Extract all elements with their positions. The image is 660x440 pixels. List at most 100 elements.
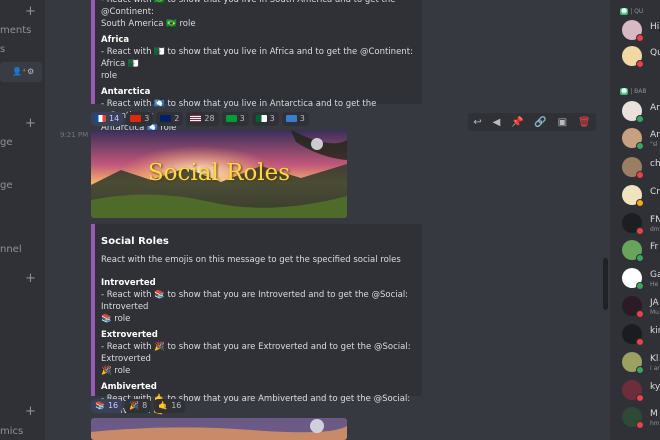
status-indicator-icon [636, 421, 644, 429]
reaction-count: 3 [269, 114, 275, 123]
reaction-count: 8 [142, 401, 148, 410]
reaction-count: 3 [144, 114, 150, 123]
reaction-emoji: 📚 [95, 401, 105, 410]
member-item[interactable]: ch [622, 157, 660, 179]
status-indicator-icon [636, 171, 644, 179]
member-item[interactable]: kir [622, 324, 660, 346]
reaction-button[interactable]: 🎉 8 [125, 399, 152, 413]
flag-us-icon [190, 115, 202, 122]
reaction-bar: 14 3 2 28 3 3 3 [91, 112, 309, 126]
reaction-count: 3 [239, 114, 245, 123]
member-status-text: "sl [650, 141, 658, 148]
embed-text: - React with 🇧🇷 to show that you live in… [101, 0, 396, 17]
embed-text: role [101, 71, 118, 81]
reply-icon[interactable]: ↩ [473, 117, 481, 128]
member-name: Kl [650, 354, 659, 364]
member-item[interactable]: Hi [622, 20, 660, 42]
channel-item[interactable]: ments [0, 25, 31, 36]
id-icon[interactable]: ▣ [558, 117, 567, 128]
embed-heading: Antarctica [101, 87, 151, 97]
embed-spacer [101, 266, 414, 273]
flag-br-icon [225, 115, 237, 122]
member-name: JA [650, 298, 659, 308]
member-status-text: dm [650, 226, 660, 233]
status-indicator-icon [636, 366, 644, 374]
member-item[interactable]: Mhm [622, 407, 660, 429]
channel-item[interactable]: ge [0, 137, 13, 148]
reaction-bar: 📚 16 🎉 8 🤙 16 [91, 399, 186, 413]
member-item[interactable]: JA Mu [622, 296, 660, 318]
reaction-button[interactable]: 14 [91, 112, 124, 126]
member-status-text: i ar [650, 365, 660, 372]
gear-icon[interactable]: ⚙ [27, 67, 34, 76]
reaction-button[interactable]: 2 [156, 112, 184, 126]
embed-heading: Ambiverted [101, 382, 157, 392]
member-name: ch [650, 159, 660, 169]
embed-text: - React with 🎉 to show that you are Extr… [101, 342, 411, 364]
channel-item[interactable]: nnel [0, 244, 22, 255]
status-indicator-icon [636, 142, 644, 150]
add-channel-icon[interactable]: + [25, 272, 36, 285]
message-embed: - React with 🇧🇷 to show that you live in… [91, 0, 422, 133]
banner-title: Social Roles [147, 160, 291, 186]
member-item[interactable]: Fr [622, 240, 660, 262]
message-action-bar: ↩ ◀ 📌 🔗 ▣ 🗑 [468, 113, 596, 131]
reaction-button[interactable]: 3 [251, 112, 279, 126]
embed-text: South America 🇧🇷 role [101, 19, 196, 29]
member-name: Ga [650, 270, 660, 280]
flag-fr-icon [95, 115, 106, 122]
member-item[interactable]: Ar [622, 101, 660, 123]
member-item[interactable]: Kl i ar [622, 352, 660, 374]
status-indicator-icon [636, 254, 644, 262]
pin-icon[interactable]: 📌 [511, 117, 523, 128]
flag-au-icon [160, 115, 172, 122]
reaction-button[interactable]: 🤙 16 [154, 399, 186, 413]
reaction-count: 16 [107, 401, 119, 410]
member-name: Ar [650, 103, 660, 113]
add-channel-icon[interactable]: + [25, 117, 36, 130]
link-icon[interactable]: 🔗 [534, 117, 546, 128]
chat-scrollbar[interactable] [603, 258, 608, 310]
channel-sidebar: + ments s 👤⁺ ⚙ + ge ge nnel + + mics [0, 0, 45, 440]
add-channel-icon[interactable]: + [25, 5, 36, 18]
reaction-button[interactable]: 28 [186, 112, 219, 126]
flag-dz-icon [255, 115, 267, 122]
member-name: Hi [650, 22, 660, 32]
landscape-image [91, 418, 347, 440]
reaction-count: 16 [171, 401, 182, 410]
member-item[interactable]: Qu [622, 46, 660, 68]
member-item[interactable]: Ar "sl [622, 128, 660, 150]
category-icon: ☻ [620, 8, 629, 15]
status-indicator-icon [636, 310, 644, 318]
thread-icon[interactable]: ◀ [493, 117, 501, 128]
banner-image[interactable] [91, 418, 347, 440]
status-indicator-icon [636, 338, 644, 346]
reaction-count: 2 [174, 114, 180, 123]
member-status-text: hm [650, 420, 660, 427]
reaction-button[interactable]: 3 [281, 112, 309, 126]
member-item[interactable]: FN dm [622, 213, 660, 235]
add-channel-icon[interactable]: + [25, 405, 36, 418]
reaction-button[interactable]: 3 [126, 112, 154, 126]
embed-text: - React with 📚 to show that you are Intr… [101, 290, 409, 312]
banner-image[interactable]: Social Roles [91, 130, 347, 218]
reaction-count: 3 [299, 114, 305, 123]
reaction-count: 28 [204, 114, 215, 123]
channel-item[interactable]: mics [0, 426, 23, 437]
member-category: ☻ | QU [620, 8, 644, 15]
status-indicator-icon [636, 60, 644, 68]
delete-icon[interactable]: 🗑 [578, 117, 591, 128]
member-status-text: He [650, 281, 659, 288]
member-item[interactable]: Ga He [622, 268, 660, 290]
member-add-icon[interactable]: 👤⁺ [12, 67, 26, 76]
channel-item[interactable]: s [0, 44, 5, 55]
embed-heading: Introverted [101, 278, 156, 288]
flag-cn-icon [130, 115, 142, 122]
member-item[interactable]: ky [622, 380, 660, 402]
channel-item[interactable]: ge [0, 180, 13, 191]
reaction-button[interactable]: 3 [221, 112, 249, 126]
reaction-button[interactable]: 📚 16 [91, 399, 123, 413]
member-item[interactable]: Cr [622, 185, 660, 207]
member-category: ☻ | BAB [620, 88, 647, 95]
member-name: kir [650, 326, 660, 336]
